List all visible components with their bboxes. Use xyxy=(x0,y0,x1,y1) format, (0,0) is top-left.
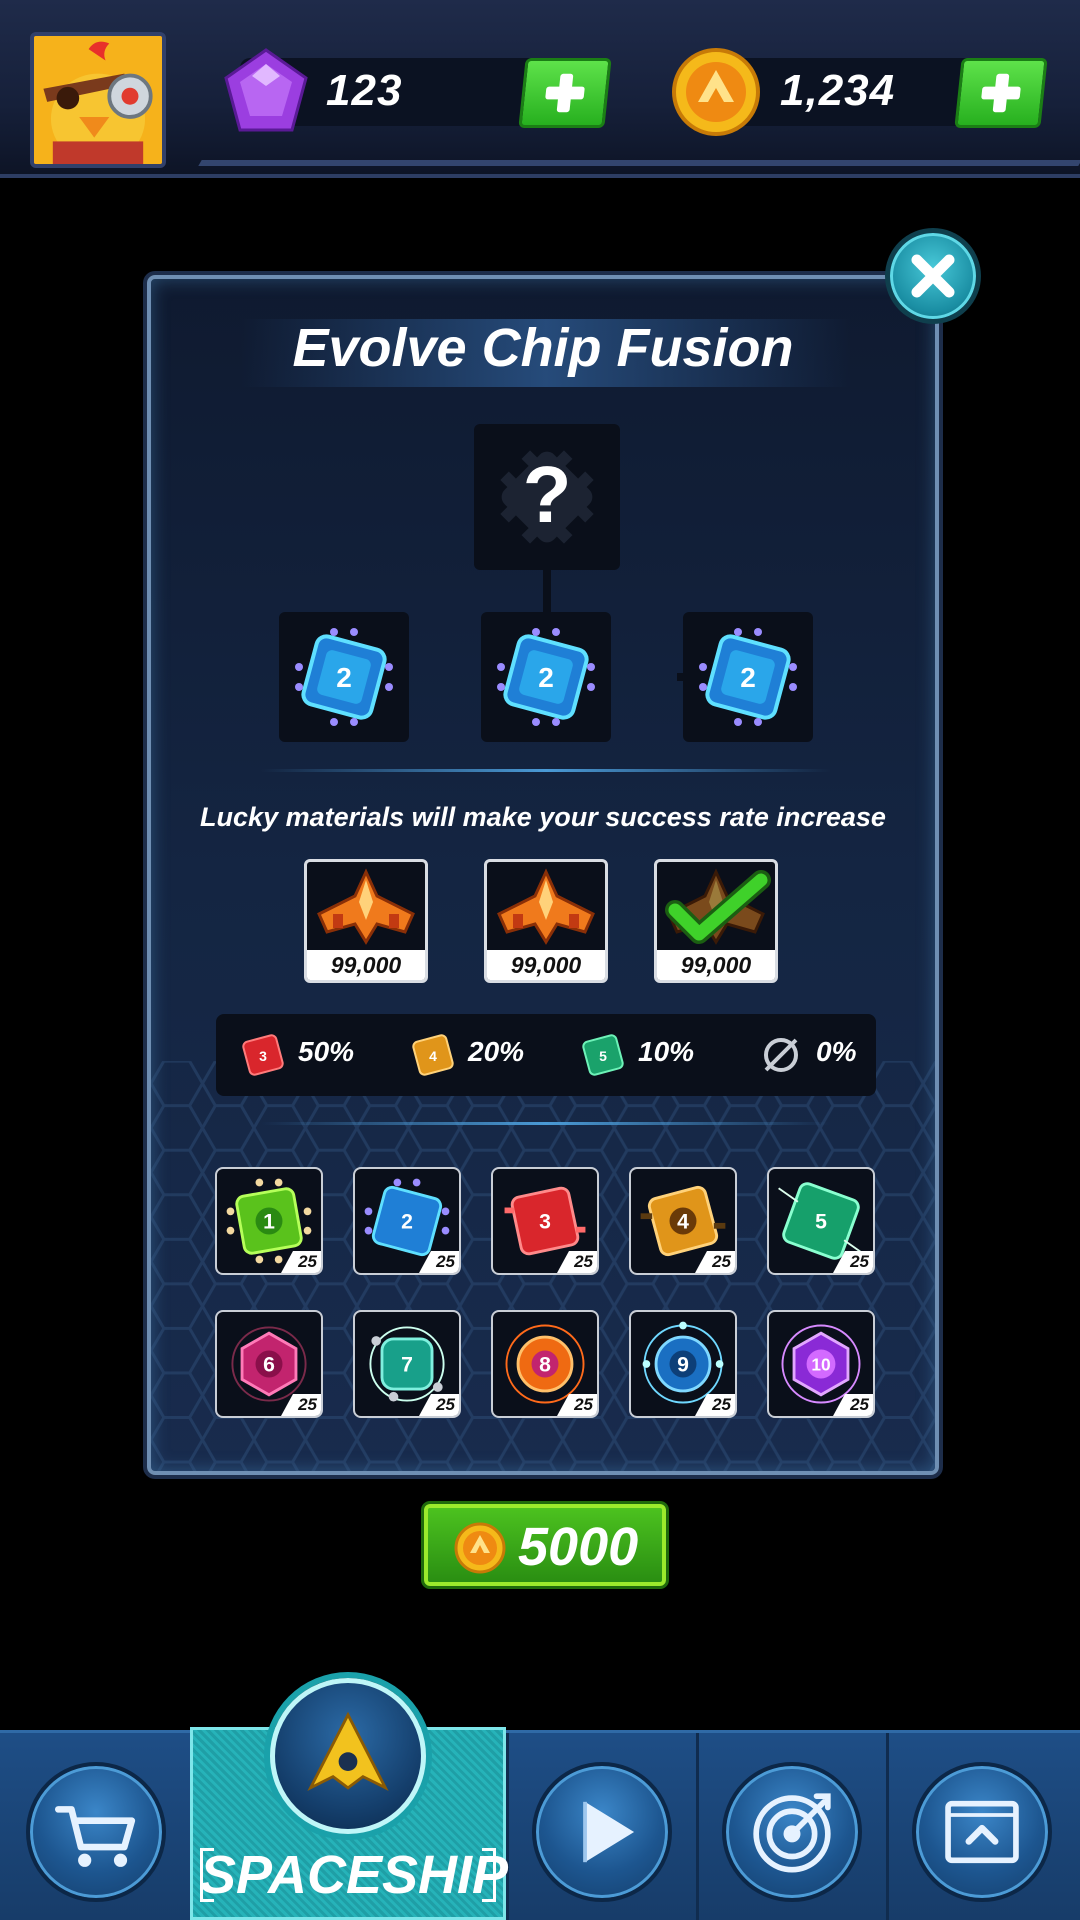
input-chip-slot-2[interactable]: 2 xyxy=(481,612,611,742)
chip-level-3-icon: 3 xyxy=(242,1034,284,1076)
nav-separator xyxy=(696,1733,699,1920)
nav-spaceship-button[interactable] xyxy=(270,1678,426,1834)
chip-level-2-icon: 2 xyxy=(295,628,393,726)
rate-chip-level: 3 xyxy=(259,1048,267,1064)
fuse-button[interactable]: 5000 xyxy=(424,1504,666,1586)
inventory-chip-8[interactable]: 8 25 xyxy=(491,1310,599,1418)
chip-level: 4 xyxy=(677,1211,689,1234)
success-rates-bar: 3 50% 4 20% 5 10% 0% xyxy=(216,1014,876,1096)
add-gems-button[interactable] xyxy=(518,58,612,128)
dialog-title: Evolve Chip Fusion xyxy=(292,318,794,378)
rate-value: 0% xyxy=(816,1036,857,1067)
inventory-chip-1[interactable]: 1 25 xyxy=(215,1167,323,1275)
inventory-chip-4[interactable]: 4 25 xyxy=(629,1167,737,1275)
coin-counter: 1,234 xyxy=(672,48,1048,136)
chip-level-2-icon: 2 xyxy=(699,628,797,726)
inventory-chip-7[interactable]: 7 25 xyxy=(353,1310,461,1418)
lucky-material-2[interactable]: 99,000 xyxy=(484,859,608,983)
top-bar: 123 1,234 xyxy=(0,0,1080,178)
label-bracket-right xyxy=(482,1848,496,1902)
inventory-chip-3[interactable]: 3 25 xyxy=(491,1167,599,1275)
chip-level: 7 xyxy=(401,1354,413,1377)
nav-shop-button[interactable] xyxy=(26,1762,166,1902)
nav-upgrade-button[interactable] xyxy=(912,1762,1052,1902)
input-chip-slot-1[interactable]: 2 xyxy=(279,612,409,742)
inventory-chip-2[interactable]: 2 25 xyxy=(353,1167,461,1275)
input-chip-slot-3[interactable]: 2 xyxy=(683,612,813,742)
result-question-mark: ? xyxy=(523,450,572,539)
chip-level: 9 xyxy=(677,1354,689,1377)
player-avatar[interactable] xyxy=(30,32,166,168)
target-icon xyxy=(753,1793,831,1873)
chip-level: 2 xyxy=(538,662,554,693)
rate-value: 10% xyxy=(638,1036,695,1067)
top-bar-stripe xyxy=(198,160,1080,166)
gem-amount: 123 xyxy=(326,66,403,115)
rate-chip-level: 4 xyxy=(429,1048,437,1064)
chicken-avatar-icon xyxy=(34,36,162,164)
gem-icon xyxy=(224,48,308,132)
inventory-chip-6[interactable]: 6 25 xyxy=(215,1310,323,1418)
upgrade-crate-icon xyxy=(945,1800,1019,1864)
chip-level: 2 xyxy=(336,662,352,693)
lucky-material-3-selected[interactable]: 99,000 xyxy=(654,859,778,983)
lucky-materials-hint: Lucky materials will make your success r… xyxy=(200,802,886,832)
material-price: 99,000 xyxy=(487,950,605,980)
chip-level: 3 xyxy=(539,1211,551,1234)
chip-level: 8 xyxy=(539,1354,551,1377)
material-price: 99,000 xyxy=(657,950,775,980)
plus-icon xyxy=(545,73,585,113)
nav-separator xyxy=(886,1733,889,1920)
inventory-chip-5[interactable]: 5 25 xyxy=(767,1167,875,1275)
chip-level-2-icon: 2 xyxy=(497,628,595,726)
spaceship-emblem-icon xyxy=(307,1711,389,1791)
chip-level: 6 xyxy=(263,1354,275,1377)
chip-level: 2 xyxy=(740,662,756,693)
nav-play-button[interactable] xyxy=(532,1762,672,1902)
fuse-cost: 5000 xyxy=(518,1517,639,1577)
nav-missions-button[interactable] xyxy=(722,1762,862,1902)
rate-chip-level: 5 xyxy=(599,1048,607,1064)
chip-level: 5 xyxy=(815,1211,827,1234)
divider-top xyxy=(261,769,831,772)
empty-set-icon xyxy=(764,1038,798,1072)
fusion-result-slot: ? xyxy=(474,424,620,570)
rate-value: 50% xyxy=(298,1036,355,1067)
chip-level: 10 xyxy=(811,1355,830,1375)
label-bracket-left xyxy=(200,1848,214,1902)
material-price: 99,000 xyxy=(307,950,425,980)
gem-counter: 123 xyxy=(224,48,612,132)
nav-active-label: SPACESHIP xyxy=(200,1840,508,1910)
chip-level-5-icon: 5 xyxy=(582,1034,624,1076)
coin-icon xyxy=(454,1522,506,1574)
chip-level: 1 xyxy=(263,1211,275,1234)
mystery-chip-icon: ? xyxy=(500,450,594,544)
coin-amount: 1,234 xyxy=(780,66,896,115)
add-coins-button[interactable] xyxy=(954,58,1048,128)
inventory-chip-9[interactable]: 9 25 xyxy=(629,1310,737,1418)
nav-active-label-text: SPACESHIP xyxy=(200,1845,509,1905)
spaceship-icon xyxy=(665,868,771,945)
spaceship-icon xyxy=(497,868,595,945)
rate-value: 20% xyxy=(468,1036,525,1067)
lucky-material-1[interactable]: 99,000 xyxy=(304,859,428,983)
tree-connector-vertical xyxy=(543,570,551,614)
plus-icon xyxy=(981,73,1021,113)
chip-level: 2 xyxy=(401,1211,413,1234)
spaceship-icon xyxy=(317,868,415,945)
shopping-cart-icon xyxy=(54,1806,136,1867)
coin-icon xyxy=(672,48,760,136)
play-icon xyxy=(583,1801,635,1863)
chip-level-4-icon: 4 xyxy=(412,1034,454,1076)
close-button[interactable] xyxy=(885,228,981,324)
divider-bottom xyxy=(261,1122,831,1125)
close-icon xyxy=(911,254,955,298)
inventory-chip-10[interactable]: 10 25 xyxy=(767,1310,875,1418)
evolve-chip-fusion-dialog: Evolve Chip Fusion ? 2 2 2 Lucky materia… xyxy=(147,275,939,1475)
